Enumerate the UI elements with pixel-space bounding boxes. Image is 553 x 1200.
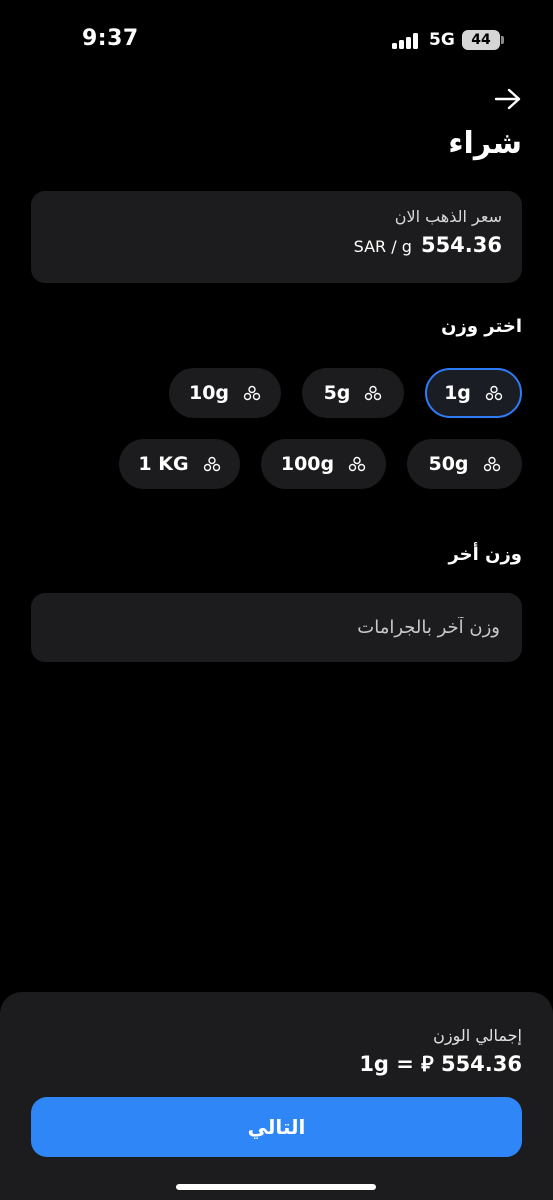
total-weight-value: 1g = ⃁ 554.36 bbox=[359, 1052, 522, 1076]
page-title: شراء bbox=[448, 126, 522, 161]
custom-weight-input[interactable] bbox=[31, 593, 522, 662]
buy-screen: 9:37 5G 44 شراء سعر الذهب الان SAR / g 5… bbox=[0, 0, 553, 1200]
weight-chip-50g[interactable]: 50g bbox=[407, 439, 522, 489]
custom-weight-title: وزن أخر bbox=[448, 544, 522, 565]
weight-chip-label: 1 KG bbox=[138, 453, 189, 475]
network-type: 5G bbox=[429, 30, 455, 50]
home-indicator bbox=[176, 1184, 376, 1190]
back-button[interactable] bbox=[490, 84, 526, 114]
gold-bars-icon bbox=[243, 385, 261, 401]
gold-price-number: 554.36 bbox=[420, 233, 502, 257]
cellular-signal-icon bbox=[392, 33, 420, 49]
weight-chip-100g[interactable]: 100g bbox=[261, 439, 386, 489]
weight-chip-label: 10g bbox=[188, 382, 230, 404]
gold-price-card: سعر الذهب الان SAR / g 554.36 bbox=[31, 191, 522, 283]
gold-bars-icon bbox=[485, 385, 503, 401]
gold-bars-icon bbox=[483, 456, 500, 472]
status-bar: 9:37 5G 44 bbox=[0, 0, 553, 80]
gold-price-value: SAR / g 554.36 bbox=[354, 233, 502, 257]
battery-tip bbox=[501, 36, 504, 44]
gold-price-label: سعر الذهب الان bbox=[394, 207, 502, 226]
status-time: 9:37 bbox=[82, 26, 139, 51]
next-button[interactable]: التالي bbox=[31, 1097, 522, 1157]
weight-chip-10g[interactable]: 10g bbox=[169, 368, 281, 418]
custom-weight-field bbox=[31, 593, 522, 662]
choose-weight-title: اختر وزن bbox=[441, 316, 522, 337]
gold-price-unit: SAR / g bbox=[353, 237, 412, 256]
weight-chip-label: 5g bbox=[323, 382, 351, 404]
gold-bars-icon bbox=[203, 456, 220, 472]
total-weight-label: إجمالي الوزن bbox=[433, 1026, 522, 1045]
weight-chip-1g[interactable]: 1g bbox=[425, 368, 522, 418]
weight-chip-label: 100g bbox=[280, 453, 335, 475]
gold-bars-icon bbox=[365, 385, 382, 401]
weight-chip-label: 50g bbox=[428, 453, 469, 475]
weight-chip-5g[interactable]: 5g bbox=[302, 368, 404, 418]
weight-chip-1kg[interactable]: 1 KG bbox=[119, 439, 240, 489]
weight-chip-label: 1g bbox=[444, 382, 471, 404]
battery-icon: 44 bbox=[462, 30, 500, 50]
gold-bars-icon bbox=[348, 456, 366, 472]
arrow-right-icon bbox=[494, 88, 521, 110]
bottom-summary-sheet: إجمالي الوزن 1g = ⃁ 554.36 التالي bbox=[0, 992, 553, 1200]
